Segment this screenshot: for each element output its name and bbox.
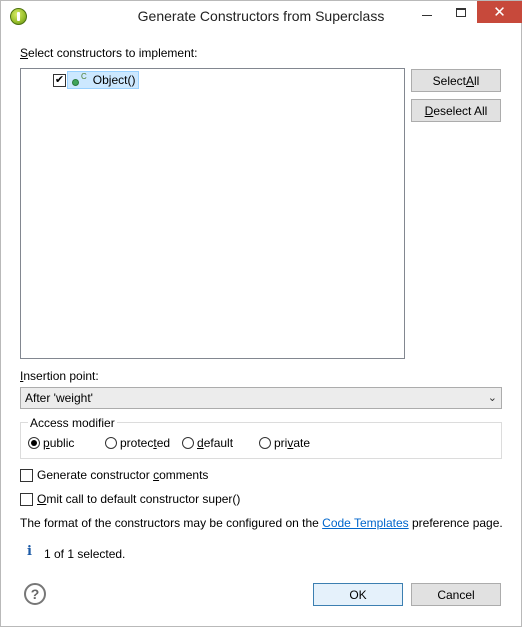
constructors-tree[interactable]: ✔ C Object() xyxy=(20,68,405,359)
minimize-button[interactable] xyxy=(410,1,444,23)
generate-comments-checkbox[interactable] xyxy=(20,468,33,482)
select-all-button[interactable]: Select All xyxy=(411,69,501,92)
deselect-all-button[interactable]: Deselect All xyxy=(411,99,501,122)
title-bar[interactable]: Generate Constructors from Superclass ✕ xyxy=(1,1,522,31)
constructor-checkbox[interactable]: ✔ xyxy=(53,73,66,87)
omit-super-option[interactable]: Omit call to default constructor super() xyxy=(20,492,240,506)
radio-label: public xyxy=(43,436,75,450)
insertion-point-value: After 'weight' xyxy=(25,391,93,405)
radio-private[interactable]: private xyxy=(259,436,310,450)
radio-label: private xyxy=(274,436,311,450)
close-button[interactable]: ✕ xyxy=(477,1,522,23)
checkmark-icon: ✔ xyxy=(54,73,65,86)
template-note: The format of the constructors may be co… xyxy=(20,516,503,530)
cancel-button[interactable]: Cancel xyxy=(411,583,501,606)
access-modifier-title: Access modifier xyxy=(28,416,117,430)
selection-status: 1 of 1 selected. xyxy=(44,547,126,561)
constructors-label: Select constructors to implement: xyxy=(20,46,198,60)
radio-label: default xyxy=(197,436,234,450)
minimize-icon xyxy=(422,14,432,16)
constructor-overlay-icon: C xyxy=(81,72,87,81)
insertion-point-label: Insertion point: xyxy=(20,369,99,383)
maximize-button[interactable] xyxy=(444,1,478,23)
ok-button[interactable]: OK xyxy=(313,583,403,606)
radio-public[interactable]: public xyxy=(28,436,74,450)
generate-comments-option[interactable]: Generate constructor comments xyxy=(20,468,208,482)
tree-row-object[interactable]: ✔ C Object() xyxy=(53,71,140,89)
omit-super-label: Omit call to default constructor super() xyxy=(37,492,241,506)
radio-button[interactable] xyxy=(105,437,117,449)
info-icon: i xyxy=(27,544,32,559)
public-method-icon xyxy=(72,78,79,86)
omit-super-checkbox[interactable] xyxy=(20,492,33,506)
radio-button[interactable] xyxy=(182,437,194,449)
help-icon[interactable]: ? xyxy=(24,583,46,605)
maximize-icon xyxy=(456,7,466,17)
radio-button[interactable] xyxy=(28,437,40,449)
constructor-label: Object() xyxy=(92,73,136,87)
dialog-window: Generate Constructors from Superclass ✕ … xyxy=(0,0,522,627)
code-templates-link[interactable]: Code Templates xyxy=(322,516,409,530)
radio-label: protected xyxy=(120,436,171,450)
generate-comments-label: Generate constructor comments xyxy=(37,468,209,482)
radio-default[interactable]: default xyxy=(182,436,233,450)
radio-protected[interactable]: protected xyxy=(105,436,170,450)
radio-button[interactable] xyxy=(259,437,271,449)
chevron-down-icon: ⌄ xyxy=(487,392,497,404)
close-icon: ✕ xyxy=(493,4,506,21)
tree-item-selected[interactable]: C Object() xyxy=(67,71,140,89)
insertion-point-select[interactable]: After 'weight' ⌄ xyxy=(20,387,502,409)
